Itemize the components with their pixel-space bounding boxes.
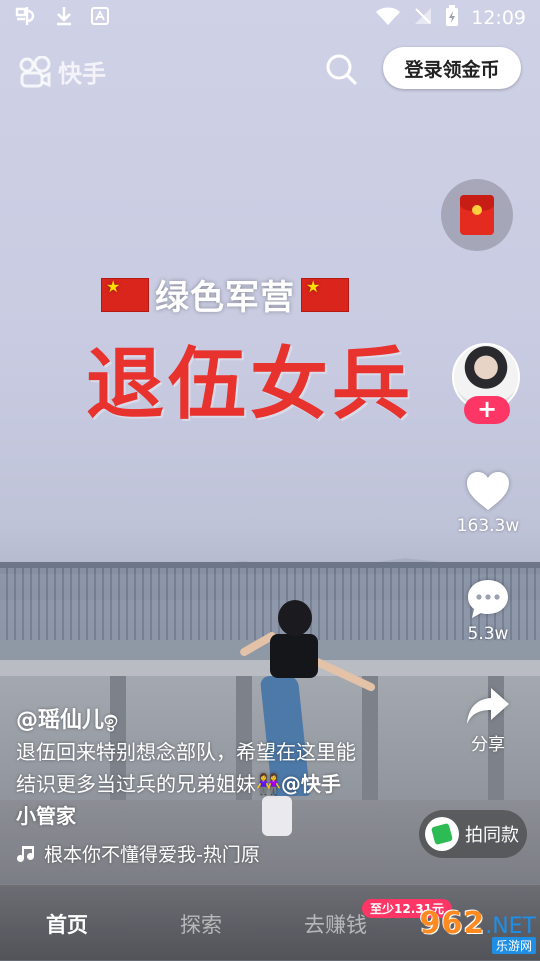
status-bar: 12:09 bbox=[0, 0, 540, 36]
red-envelope-button[interactable] bbox=[441, 179, 513, 251]
music-note-icon bbox=[17, 845, 34, 862]
search-icon bbox=[326, 54, 357, 85]
watermark-sub: 乐游网 bbox=[491, 937, 536, 954]
share-label: 分享 bbox=[471, 735, 505, 755]
share-button[interactable]: 分享 bbox=[448, 686, 528, 755]
comment-count: 5.3w bbox=[467, 624, 509, 644]
like-count: 163.3w bbox=[456, 516, 520, 536]
comment-icon bbox=[468, 580, 508, 618]
app-icon bbox=[14, 5, 38, 32]
music-title: 根本你不懂得爱我-热门原 bbox=[44, 844, 260, 866]
battery-icon bbox=[445, 4, 459, 32]
kuaishou-logo: 快手 bbox=[18, 54, 106, 89]
author-name[interactable]: @瑶仙儿ඉ bbox=[16, 702, 118, 734]
watermark-suffix: .NET bbox=[485, 914, 536, 939]
desc-line-1: 退伍回来特别想念部队，希望在这里能 bbox=[16, 740, 356, 764]
share-arrow-icon bbox=[467, 688, 509, 724]
tab-explore[interactable]: 探索 bbox=[180, 909, 222, 939]
music-track[interactable]: 根本你不懂得爱我-热门原 bbox=[16, 840, 260, 867]
comment-button[interactable]: 5.3w bbox=[448, 578, 528, 644]
wifi-icon bbox=[375, 6, 401, 31]
follow-button[interactable]: + bbox=[464, 396, 510, 424]
watermark-number: 962 bbox=[419, 906, 486, 941]
overlay-top-text: 绿色军营 bbox=[155, 278, 295, 318]
red-envelope-icon bbox=[460, 195, 494, 235]
search-button[interactable] bbox=[322, 50, 360, 88]
top-header: 快手 登录领金币 bbox=[0, 44, 540, 94]
tab-home[interactable]: 首页 bbox=[46, 909, 88, 939]
no-signal-icon bbox=[413, 6, 433, 31]
like-button[interactable]: 163.3w bbox=[448, 470, 528, 536]
notification-icon bbox=[90, 6, 110, 31]
download-icon bbox=[54, 5, 74, 32]
desc-line-3[interactable]: 小管家 bbox=[16, 800, 416, 832]
video-description: 退伍回来特别想念部队，希望在这里能 结识更多当过兵的兄弟姐妹👭@快手 小管家 bbox=[16, 736, 416, 832]
china-flag-icon bbox=[301, 277, 349, 312]
shoot-same-label: 拍同款 bbox=[465, 825, 519, 846]
status-time: 12:09 bbox=[471, 7, 526, 29]
shoot-same-icon bbox=[425, 817, 459, 851]
logo-text: 快手 bbox=[58, 60, 106, 88]
mention-link[interactable]: @快手 bbox=[281, 772, 341, 796]
kuaishou-logo-icon bbox=[19, 55, 51, 87]
desc-line-2: 结识更多当过兵的兄弟姐妹👭@快手 bbox=[16, 768, 416, 800]
china-flag-icon bbox=[101, 277, 149, 312]
desc-line-2-text: 结识更多当过兵的兄弟姐妹👭 bbox=[16, 772, 281, 796]
video-overlay-subtitle: 绿色军营 bbox=[0, 270, 450, 319]
shoot-same-button[interactable]: 拍同款 bbox=[419, 810, 527, 858]
login-earn-coins-button[interactable]: 登录领金币 bbox=[383, 47, 521, 89]
site-watermark: 962.NET 乐游网 bbox=[400, 906, 536, 958]
tab-earn[interactable]: 去赚钱 bbox=[304, 909, 367, 939]
heart-icon bbox=[467, 472, 509, 510]
